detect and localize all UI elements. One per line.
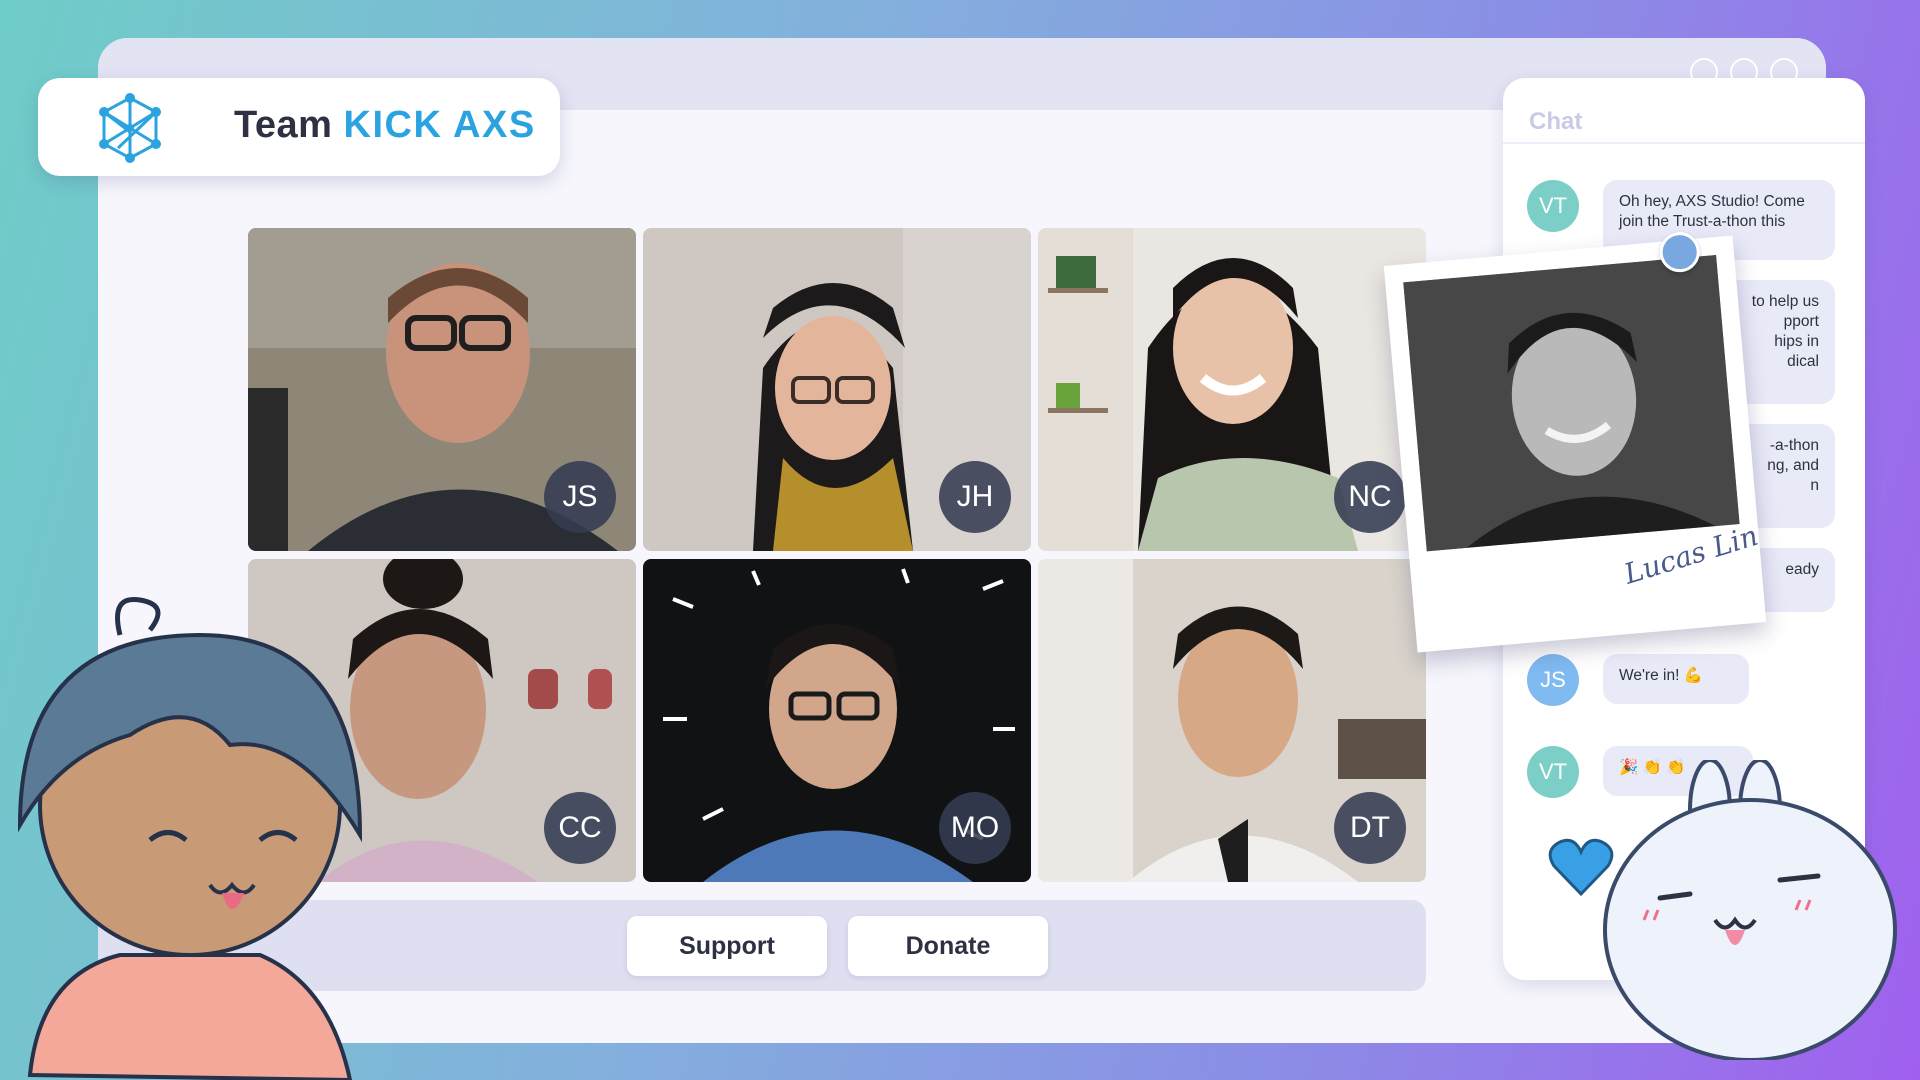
participant-initials: JH [939,461,1011,533]
participant-initials: CC [544,792,616,864]
chat-avatar: JS [1527,654,1579,706]
team-title-prefix: Team [234,104,333,146]
character-mascot-icon [17,596,363,1080]
speaker-photo [1403,254,1740,552]
team-title: Team KICK AXS [234,104,536,147]
donate-button[interactable]: Donate [848,916,1048,976]
chat-avatar: VT [1527,746,1579,798]
bunny-mascot-icon [1603,760,1897,1060]
participant-initials: DT [1334,792,1406,864]
team-title-name: KICK AXS [343,104,536,146]
team-logo-icon [99,93,161,163]
video-grid: JS JH NC CC MO DT [248,228,1426,882]
participant-initials: MO [939,792,1011,864]
speaker-portrait [1403,254,1740,552]
speaker-polaroid: Lucas Lin [1383,230,1767,653]
video-tile[interactable]: JH [643,228,1031,551]
chat-avatar: VT [1527,180,1579,232]
video-tile[interactable]: NC [1038,228,1426,551]
video-tile[interactable]: JS [248,228,636,551]
team-badge: Team KICK AXS [38,78,560,176]
support-button[interactable]: Support [627,916,827,976]
video-tile[interactable]: DT [1038,559,1426,882]
chat-divider [1503,142,1865,144]
video-tile[interactable]: MO [643,559,1031,882]
participant-initials: JS [544,461,616,533]
chat-bubble: We're in! 💪 [1603,654,1749,704]
chat-title: Chat [1529,108,1583,135]
participant-initials: NC [1334,461,1406,533]
